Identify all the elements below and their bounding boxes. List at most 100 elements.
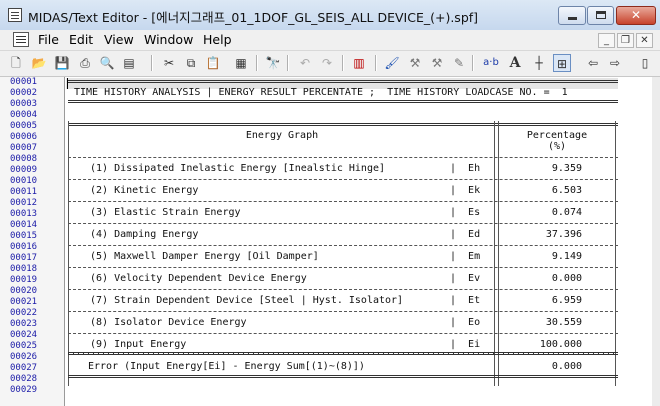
row-separator (68, 201, 618, 202)
line-number: 00024 (10, 330, 38, 340)
table-top-rule (68, 123, 618, 126)
new-file-icon[interactable]: 🗋 (7, 54, 25, 72)
line-number: 00013 (10, 209, 38, 219)
menu-view[interactable]: View (104, 32, 134, 47)
wrap-icon[interactable]: ⊞ (553, 54, 571, 72)
line-number: 00021 (10, 297, 38, 307)
minimize-button[interactable] (558, 6, 586, 25)
title-bar: MIDAS/Text Editor - [에너지그래프_01_1DOF_GL_S… (0, 0, 660, 31)
line-number-gutter: 00001 00002 00003 00004 00005 00006 0000… (0, 77, 65, 406)
table-bottom-rule (68, 375, 618, 378)
table-column-divider (494, 121, 495, 386)
line-number: 00010 (10, 176, 38, 186)
window-title: MIDAS/Text Editor - [에너지그래프_01_1DOF_GL_S… (28, 10, 479, 25)
nav-back-icon[interactable]: ⇦ (584, 54, 602, 72)
line-number: 00015 (10, 231, 38, 241)
format-icon[interactable]: ⚒ (406, 54, 424, 72)
find-icon[interactable]: 🔭 (264, 54, 282, 72)
font-icon[interactable]: A (506, 54, 524, 72)
properties-icon[interactable]: ▦ (232, 54, 250, 72)
case-icon[interactable]: a·b (478, 54, 504, 72)
print-preview-icon[interactable]: 🔍 (98, 54, 116, 72)
line-number: 00016 (10, 242, 38, 252)
line-number: 00001 (10, 77, 38, 87)
brush-icon[interactable]: 🖌 (383, 54, 401, 72)
close-icon: ✕ (630, 8, 642, 22)
row-value: 37.396 (545, 229, 582, 240)
mdi-close-button[interactable]: ✕ (636, 33, 653, 48)
save-icon[interactable]: 💾 (53, 54, 71, 72)
menu-file[interactable]: File (38, 32, 59, 47)
page-setup-icon[interactable]: ▤ (120, 54, 138, 72)
vertical-scrollbar[interactable] (652, 77, 660, 406)
row-value: 9.149 (551, 251, 582, 262)
line-number: 00028 (10, 374, 38, 384)
row-symbol: | Ek (450, 185, 481, 196)
code-area[interactable]: TIME HISTORY ANALYSIS | ENERGY RESULT PE… (66, 77, 660, 406)
column-marker-icon[interactable]: ┼ (530, 54, 548, 72)
mdi-minimize-button[interactable]: _ (598, 33, 615, 48)
row-separator (68, 179, 618, 180)
report-header: TIME HISTORY ANALYSIS | ENERGY RESULT PE… (74, 87, 568, 98)
editor-area[interactable]: 00001 00002 00003 00004 00005 00006 0000… (0, 77, 660, 406)
line-number: 00011 (10, 187, 38, 197)
undo-icon[interactable]: ↶ (296, 54, 314, 72)
row-separator (68, 267, 618, 268)
line-number: 00002 (10, 88, 38, 98)
line-number: 00025 (10, 341, 38, 351)
mdi-restore-button[interactable]: ❐ (617, 33, 634, 48)
line-number: 00005 (10, 121, 38, 131)
row-value: 30.559 (545, 317, 582, 328)
row-symbol: | Eo (450, 317, 481, 328)
line-number: 00026 (10, 352, 38, 362)
row-label: (3) Elastic Strain Energy (90, 207, 241, 218)
copy-icon[interactable]: ⧉ (182, 54, 200, 72)
menu-help[interactable]: Help (203, 32, 232, 47)
row-label: (6) Velocity Dependent Device Energy (90, 273, 307, 284)
app-icon (8, 8, 22, 22)
rule-line (68, 80, 618, 83)
rule-line (68, 100, 618, 103)
row-value: 0.000 (551, 273, 582, 284)
maximize-button[interactable] (587, 6, 614, 25)
row-separator (68, 311, 618, 312)
document-icon[interactable] (13, 32, 29, 47)
toolbar: 🗋 📂 💾 ⎙ 🔍 ▤ ✂ ⧉ 📋 ▦ 🔭 ↶ ↷ ▥ 🖌 ⚒ ⚒ ✎ a·b … (0, 51, 660, 77)
column-header-energy: Energy Graph (245, 130, 319, 141)
row-separator (68, 289, 618, 290)
column-header-unit: (%) (547, 141, 567, 152)
row-separator (68, 245, 618, 246)
line-number: 00020 (10, 286, 38, 296)
line-number: 00023 (10, 319, 38, 329)
menu-window[interactable]: Window (144, 32, 193, 47)
row-value: 0.074 (551, 207, 582, 218)
menu-edit[interactable]: Edit (69, 32, 93, 47)
paste-icon[interactable]: 📋 (204, 54, 222, 72)
row-label: (8) Isolator Device Energy (90, 317, 247, 328)
print-icon[interactable]: ⎙ (76, 54, 94, 72)
line-number: 00006 (10, 132, 38, 142)
wand-icon[interactable]: ✎ (450, 54, 468, 72)
line-number: 00007 (10, 143, 38, 153)
column-header-percentage: Percentage (526, 130, 588, 141)
table-left-border (68, 121, 69, 386)
row-symbol: | Ev (450, 273, 481, 284)
row-value: 100.000 (539, 339, 582, 350)
close-button[interactable]: ✕ (616, 6, 656, 25)
line-number: 00029 (10, 385, 38, 395)
nav-forward-icon[interactable]: ⇨ (606, 54, 624, 72)
bookmark-icon[interactable]: ▥ (350, 54, 368, 72)
error-label: Error (Input Energy[Ei] - Energy Sum[(1)… (88, 361, 365, 372)
table-column-divider (498, 121, 499, 386)
line-number: 00027 (10, 363, 38, 373)
line-number: 00008 (10, 154, 38, 164)
format-clear-icon[interactable]: ⚒ (428, 54, 446, 72)
row-label: (5) Maxwell Damper Energy [Oil Damper] (90, 251, 319, 262)
line-number: 00014 (10, 220, 38, 230)
open-folder-icon[interactable]: 📂 (30, 54, 48, 72)
row-label: (1) Dissipated Inelastic Energy [Inealst… (90, 163, 386, 174)
redo-icon[interactable]: ↷ (318, 54, 336, 72)
cut-icon[interactable]: ✂ (160, 54, 178, 72)
panel-icon[interactable]: ▯ (636, 54, 654, 72)
row-value: 6.503 (551, 185, 582, 196)
